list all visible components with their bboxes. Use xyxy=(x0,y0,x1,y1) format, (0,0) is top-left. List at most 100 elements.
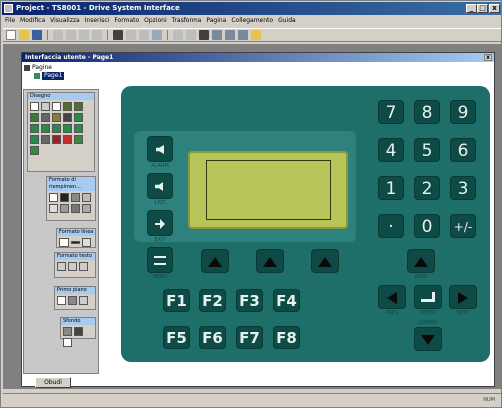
f8-key[interactable]: F8 xyxy=(273,326,300,349)
key-6[interactable]: 6 xyxy=(450,138,476,162)
f2-key[interactable]: F2 xyxy=(199,289,226,312)
f7-key[interactable]: F7 xyxy=(236,326,263,349)
group-icon[interactable] xyxy=(139,30,149,40)
menu-formato[interactable]: Formato xyxy=(114,16,139,26)
bg-gray-icon[interactable] xyxy=(63,327,72,336)
softkey-up-3[interactable] xyxy=(311,249,339,273)
f3-key[interactable]: F3 xyxy=(236,289,263,312)
tree-node-pagine[interactable]: Pagine xyxy=(24,64,112,72)
bitmap-tool-icon[interactable] xyxy=(63,113,72,122)
field-tool-icon[interactable] xyxy=(30,124,39,133)
line-color-icon[interactable] xyxy=(225,30,235,40)
fill-hatch-icon[interactable] xyxy=(60,204,69,213)
tree-node-page1[interactable]: Page1 xyxy=(24,72,112,80)
fg-white-icon[interactable] xyxy=(57,296,66,305)
font-color-icon[interactable] xyxy=(238,30,248,40)
page-tab[interactable]: Obudi xyxy=(35,377,71,388)
cross-tool-icon[interactable] xyxy=(63,135,72,144)
image-tool-icon[interactable] xyxy=(74,102,83,111)
bar-tool-icon[interactable] xyxy=(41,124,50,133)
text-left-icon[interactable] xyxy=(57,262,66,271)
softkey-up-1[interactable] xyxy=(201,249,229,273)
f6-key[interactable]: F6 xyxy=(199,326,226,349)
menu-inserisci[interactable]: Inserisci xyxy=(85,16,110,26)
exit-key[interactable] xyxy=(147,210,173,236)
key-decimal[interactable]: · xyxy=(378,214,404,238)
bg-white-icon[interactable] xyxy=(63,338,72,347)
line-dash-icon[interactable] xyxy=(82,238,91,247)
menu-trasforma[interactable]: Trasforma xyxy=(172,16,202,26)
document-close-button[interactable]: x xyxy=(484,54,492,61)
trend-tool-icon[interactable] xyxy=(63,124,72,133)
gauge-tool-icon[interactable] xyxy=(52,124,61,133)
ellipse-tool-icon[interactable] xyxy=(41,113,50,122)
line-tool-icon[interactable] xyxy=(52,102,61,111)
lower-down-key[interactable] xyxy=(414,327,442,351)
text-tool-icon[interactable] xyxy=(52,113,61,122)
new-file-icon[interactable] xyxy=(6,30,16,40)
wizard-icon[interactable] xyxy=(251,30,261,40)
key-9[interactable]: 9 xyxy=(450,100,476,124)
grid-icon[interactable] xyxy=(113,30,123,40)
save-icon[interactable] xyxy=(32,30,42,40)
key-5[interactable]: 5 xyxy=(414,138,440,162)
lcd-text-area[interactable] xyxy=(206,160,331,220)
menu-modifica[interactable]: Modifica xyxy=(20,16,45,26)
softkey-up-2[interactable] xyxy=(256,249,284,273)
f5-key[interactable]: F5 xyxy=(163,326,190,349)
fg-light-icon[interactable] xyxy=(79,296,88,305)
key-7[interactable]: 7 xyxy=(378,100,404,124)
alarm-key[interactable] xyxy=(147,136,173,162)
recipe-tool-icon[interactable] xyxy=(30,135,39,144)
menu-key[interactable] xyxy=(147,247,173,273)
key-8[interactable]: 8 xyxy=(414,100,440,124)
fill-solid-icon[interactable] xyxy=(60,193,69,202)
next-key[interactable] xyxy=(449,285,477,309)
alarm-tool-icon[interactable] xyxy=(74,124,83,133)
f1-key[interactable]: F1 xyxy=(163,289,190,312)
line-thin-icon[interactable] xyxy=(59,238,69,247)
cut-icon[interactable] xyxy=(53,30,63,40)
flip-icon[interactable] xyxy=(186,30,196,40)
zoom-icon[interactable] xyxy=(152,30,162,40)
zoom-tool-icon[interactable] xyxy=(41,102,50,111)
menu-file[interactable]: File xyxy=(5,16,15,26)
key-4[interactable]: 4 xyxy=(378,138,404,162)
paste-icon[interactable] xyxy=(79,30,89,40)
fg-gray-icon[interactable] xyxy=(68,296,77,305)
f4-key[interactable]: F4 xyxy=(273,289,300,312)
table-icon[interactable] xyxy=(199,30,209,40)
text-right-icon[interactable] xyxy=(79,262,88,271)
bg-dark-icon[interactable] xyxy=(74,327,83,336)
led-tool-icon[interactable] xyxy=(30,146,39,155)
align-icon[interactable] xyxy=(126,30,136,40)
fill-lines-icon[interactable] xyxy=(82,204,91,213)
open-folder-icon[interactable] xyxy=(19,30,29,40)
minus-tool-icon[interactable] xyxy=(74,135,83,144)
menu-opzioni[interactable]: Opzioni xyxy=(144,16,167,26)
close-button[interactable]: x xyxy=(489,4,500,13)
copy-icon[interactable] xyxy=(66,30,76,40)
line-thick-icon[interactable] xyxy=(71,241,80,244)
fill-color-icon[interactable] xyxy=(212,30,222,40)
pointer-icon[interactable] xyxy=(30,102,39,111)
data-up-key[interactable] xyxy=(407,249,435,273)
maximize-button[interactable]: □ xyxy=(477,4,488,13)
text-center-icon[interactable] xyxy=(68,262,77,271)
fill-light-icon[interactable] xyxy=(82,193,91,202)
menu-guida[interactable]: Guida xyxy=(278,16,296,26)
fill-pattern-icon[interactable] xyxy=(49,204,58,213)
rectangle-tool-icon[interactable] xyxy=(63,102,72,111)
fill-none-icon[interactable] xyxy=(49,193,58,202)
list-key[interactable] xyxy=(147,173,173,199)
stop-tool-icon[interactable] xyxy=(52,135,61,144)
key-1[interactable]: 1 xyxy=(378,176,404,200)
menu-visualizza[interactable]: Visualizza xyxy=(50,16,80,26)
button-tool-icon[interactable] xyxy=(74,113,83,122)
polyline-tool-icon[interactable] xyxy=(30,113,39,122)
minimize-button[interactable]: _ xyxy=(466,4,477,13)
prev-key[interactable] xyxy=(378,285,406,309)
menu-collegamento[interactable]: Collegamento xyxy=(231,16,273,26)
slider-tool-icon[interactable] xyxy=(41,135,50,144)
fill-dots-icon[interactable] xyxy=(71,204,80,213)
